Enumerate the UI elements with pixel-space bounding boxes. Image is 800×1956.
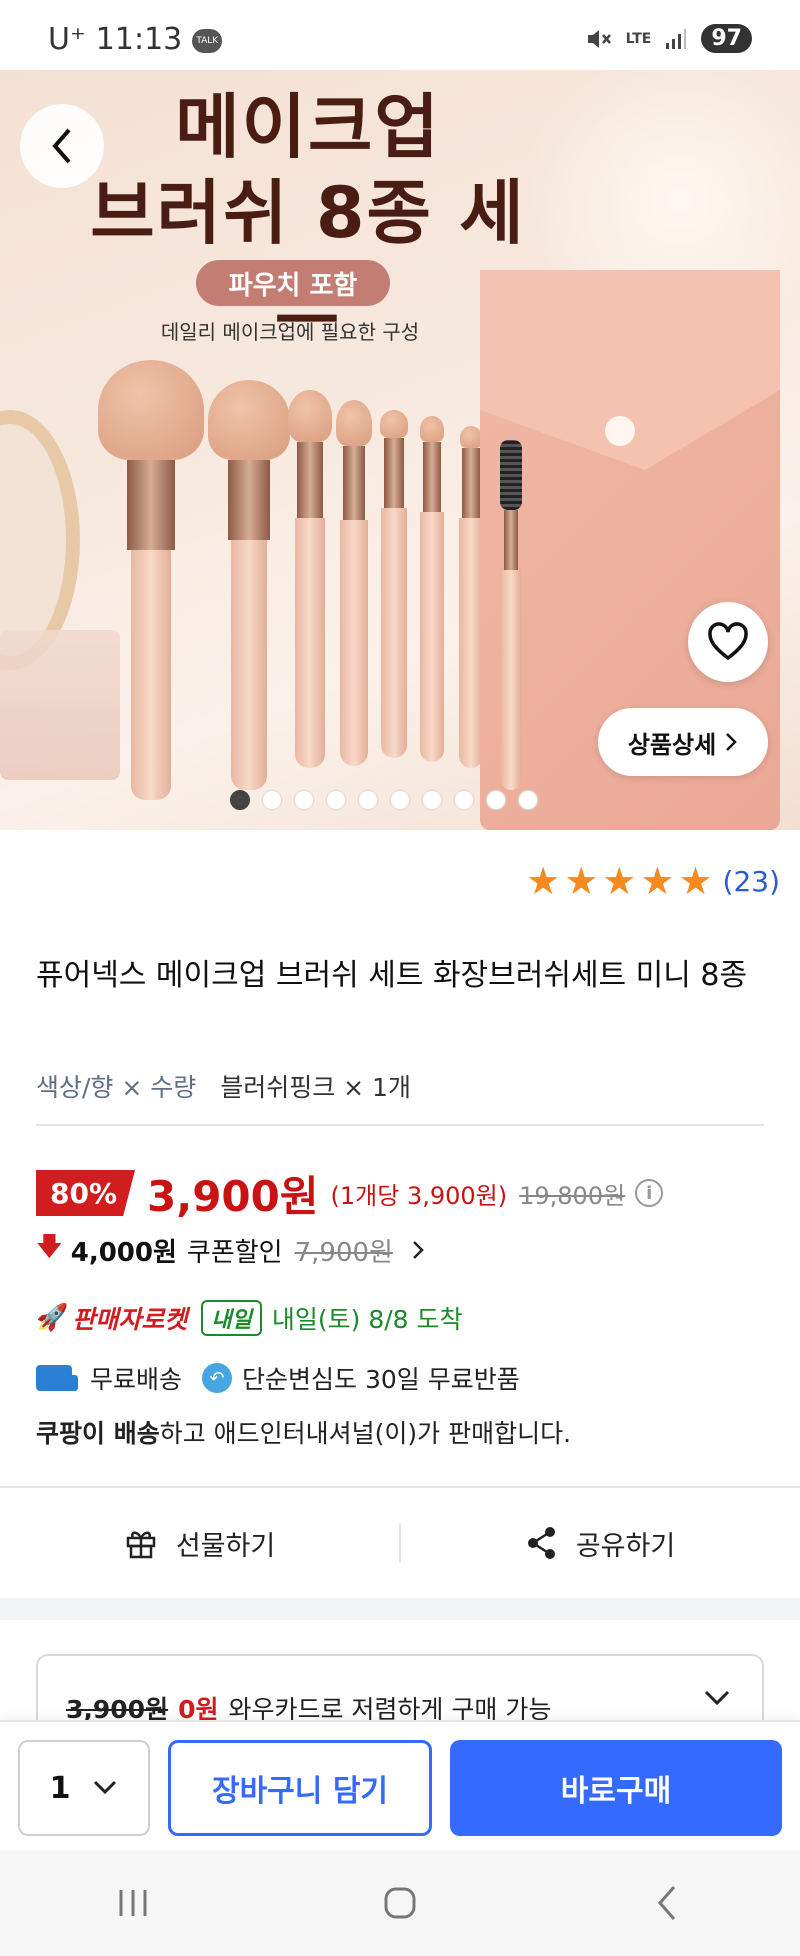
coupon-line[interactable]: 🡇 4,000원 쿠폰할인 7,900원 [36, 1228, 425, 1272]
price-line: 80% 3,900원 (1개당 3,900원) 19,800원 i [36, 1166, 664, 1221]
buy-now-button[interactable]: 바로구매 [450, 1740, 782, 1836]
rating[interactable]: ★ ★ ★ ★ ★ (23) [526, 862, 780, 900]
coupon-original-price: 7,900원 [294, 1237, 393, 1268]
network-label: LTE [625, 30, 652, 47]
option-value: 블러쉬핑크 × 1개 [220, 1073, 411, 1102]
free-shipping-label: 무료배송 [90, 1365, 183, 1394]
carousel-dot[interactable] [422, 790, 442, 810]
recent-apps-icon [119, 1890, 147, 1916]
chevron-right-icon [726, 733, 737, 751]
battery-badge: 97 [701, 24, 752, 53]
pouch-tag: 파우치 포함 [196, 260, 390, 306]
brush-3 [288, 390, 332, 768]
section-separator [0, 1598, 800, 1620]
original-price: 19,800원 [519, 1181, 626, 1210]
rocket-delivery-line: 🚀 판매자로켓 내일 내일(토) 8/8 도착 [36, 1296, 463, 1340]
quantity-value: 1 [49, 1770, 71, 1806]
action-row: 선물하기 공유하기 [0, 1488, 800, 1598]
carousel-dot[interactable] [454, 790, 474, 810]
info-icon[interactable]: i [635, 1179, 664, 1207]
hero-subtitle: 데일리 메이크업에 필요한 구성 [160, 320, 420, 344]
brush-2 [208, 380, 290, 790]
product-detail-label: 상품상세 [627, 730, 717, 759]
carousel-dot[interactable] [358, 790, 378, 810]
star-icon: ★ [564, 859, 599, 903]
gift-button[interactable]: 선물하기 [0, 1488, 399, 1598]
carousel-dot[interactable] [230, 790, 250, 810]
brush-5 [380, 410, 408, 758]
status-right: LTE 97 [586, 24, 752, 53]
option-label: 색상/향 × 수량 [36, 1073, 197, 1102]
brush-6 [420, 416, 444, 762]
star-icon: ★ [678, 859, 713, 903]
seller-bold: 쿠팡이 배송 [36, 1419, 160, 1448]
chevron-down-icon [94, 1780, 117, 1795]
heart-icon [708, 622, 748, 661]
brush-8-spoolie [500, 440, 522, 790]
share-icon [527, 1527, 555, 1559]
rocket-icon: 🚀 [36, 1303, 69, 1333]
mute-icon [587, 29, 611, 48]
chevron-left-icon [52, 128, 71, 164]
divider [36, 1124, 764, 1126]
seller-rest: 하고 애드인터내셔널(이)가 판매합니다. [159, 1419, 572, 1448]
gift-label: 선물하기 [175, 1530, 276, 1562]
hero-title-line1: 메이크업 [175, 86, 441, 168]
purchase-bar: 1 장바구니 담기 바로구매 [0, 1720, 800, 1850]
arrival-date: 내일(토) 8/8 도착 [271, 1305, 463, 1334]
seller-line: 쿠팡이 배송하고 애드인터내셔널(이)가 판매합니다. [36, 1414, 571, 1450]
wishlist-button[interactable] [688, 602, 768, 682]
unit-price: (1개당 3,900원) [330, 1181, 508, 1210]
pouch-snap [605, 416, 635, 446]
chevron-right-icon [413, 1241, 424, 1259]
carousel-dot[interactable] [262, 790, 282, 810]
sale-price: 3,900원 [147, 1171, 319, 1221]
product-detail-button[interactable]: 상품상세 [598, 708, 768, 776]
arrow-down-icon: 🡇 [36, 1232, 63, 1262]
recent-apps-button[interactable] [93, 1873, 173, 1933]
share-label: 공유하기 [575, 1530, 676, 1562]
signal-icon [666, 28, 687, 49]
talk-icon: TALK [192, 28, 223, 53]
star-icon: ★ [602, 859, 637, 903]
shipping-line: 무료배송 ↶ 단순변심도 30일 무료반품 [36, 1356, 520, 1400]
status-left: U⁺ 11:13 TALK [48, 22, 223, 57]
carousel-dot[interactable] [518, 790, 538, 810]
home-button[interactable] [360, 1873, 440, 1933]
return-icon: ↶ [202, 1363, 233, 1393]
product-title: 퓨어넥스 메이크업 브러쉬 세트 화장브러쉬세트 미니 8종 [36, 958, 748, 993]
rocket-label: 판매자로켓 [72, 1305, 188, 1334]
system-nav-bar [0, 1850, 800, 1956]
back-button[interactable] [20, 104, 104, 188]
carrier-label: U⁺ [48, 22, 86, 57]
home-icon [384, 1887, 416, 1919]
system-back-button[interactable] [627, 1873, 707, 1933]
star-icon: ★ [640, 859, 675, 903]
share-button[interactable]: 공유하기 [401, 1488, 800, 1598]
coupon-label: 쿠폰할인 [186, 1237, 283, 1268]
brush-1 [98, 360, 204, 800]
review-count[interactable]: (23) [723, 865, 780, 898]
add-to-cart-button[interactable]: 장바구니 담기 [168, 1740, 432, 1836]
carousel-dots [230, 790, 538, 810]
star-icon: ★ [526, 859, 561, 903]
discount-badge: 80% [36, 1170, 136, 1216]
chevron-down-icon [704, 1690, 730, 1706]
free-return-label: 단순변심도 30일 무료반품 [242, 1365, 520, 1394]
clock: 11:13 [95, 22, 183, 57]
coupon-amount: 4,000원 [70, 1237, 177, 1268]
tomorrow-badge: 내일 [201, 1300, 262, 1336]
carousel-dot[interactable] [294, 790, 314, 810]
gift-icon [126, 1531, 156, 1559]
truck-icon [36, 1365, 78, 1391]
carousel-dot[interactable] [326, 790, 346, 810]
back-icon [657, 1886, 675, 1920]
option-line[interactable]: 색상/향 × 수량 블러쉬핑크 × 1개 [36, 1068, 411, 1104]
carousel-dot[interactable] [390, 790, 410, 810]
carousel-dot[interactable] [486, 790, 506, 810]
brush-4 [336, 400, 372, 766]
product-image-carousel[interactable]: 메이크업 브러쉬 8종 세트 파우치 포함 데일리 메이크업에 필요한 구성 [0, 70, 800, 830]
quantity-select[interactable]: 1 [18, 1740, 150, 1836]
